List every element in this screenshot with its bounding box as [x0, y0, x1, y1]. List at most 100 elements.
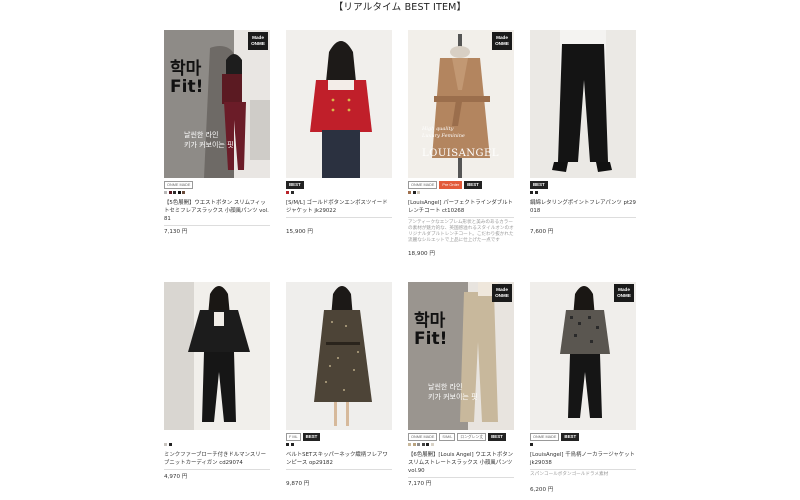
tag-row: ONME MADE Pre Order BEST [408, 181, 514, 189]
product-card[interactable]: Made ONME 학마 Fit! 날씬한 라인 키가 커보이는 핏 ONME MADE… [164, 30, 270, 226]
product-grid: Made ONME 학마 Fit! 날씬한 라인 키가 커보이는 핏 ONME MADE… [0, 0, 800, 500]
product-price: 18,900 円 [408, 251, 435, 257]
color-swatches [530, 443, 636, 448]
badge-line: ONME [251, 41, 265, 46]
best-badge: BEST [302, 433, 321, 441]
best-badge: BEST [464, 181, 482, 189]
product-name[interactable]: ミンクファーブローチ付きドルマンスリーブニットカーディガン cd29074 [164, 451, 270, 467]
product-tag: ONME MADE [408, 181, 438, 189]
product-tag: ONME MADE [530, 433, 560, 441]
product-tag: F ML [286, 433, 301, 441]
product-card[interactable]: Made ONME High quality Luxury Feminine LOUI… [408, 30, 514, 244]
product-price: 4,970 円 [164, 474, 188, 480]
product-image[interactable] [530, 30, 636, 178]
made-badge: Made ONME [492, 284, 512, 302]
tag-row: BEST [530, 181, 636, 189]
product-tag: ONME MADE [164, 181, 194, 189]
product-image[interactable]: Made ONME 학마 Fit! 날씬한 라인 키가 커보이는 핏 [408, 282, 514, 430]
product-description: スパンコールボタンゴールドラメ素材 [530, 472, 609, 477]
color-swatch [164, 191, 167, 194]
brand-logo-text: LOUISANGEL [422, 148, 499, 159]
product-card[interactable]: F ML BEST ベルトSETスキッパーネック織柄フレアワンピース op29182 [286, 282, 392, 470]
made-badge: Made ONME [248, 32, 268, 50]
color-swatches [408, 191, 514, 196]
product-card[interactable]: BEST 絹綿レタリングポイントフレアパンツ pt29018 [530, 30, 636, 218]
color-swatches [286, 191, 392, 196]
product-name[interactable]: [S/M/L] ゴールドボタンエンボスツイードジャケット jk29022 [286, 199, 392, 215]
color-swatch [412, 443, 416, 446]
promo-subtext: 날씬한 라인 키가 커보이는 핏 [428, 383, 478, 401]
product-card[interactable]: Made ONME ONME MADE BEST [LouisAngel] 千鳥柄ノーカ… [530, 282, 636, 478]
color-swatch [290, 191, 294, 194]
color-swatch [421, 443, 425, 446]
color-swatches [530, 191, 636, 196]
badge-line: ONME [617, 293, 631, 298]
color-swatches [164, 443, 270, 448]
product-tag: ロングレン丈 [457, 433, 487, 441]
product-price: 6,200 円 [530, 487, 554, 493]
product-image[interactable]: Made ONME 학마 Fit! 날씬한 라인 키가 커보이는 핏 [164, 30, 270, 178]
product-price: 7,170 円 [408, 481, 432, 487]
divider [530, 217, 636, 218]
product-name[interactable]: 【5色展開】ウエストボタン スリムフィットセミフレアスラックス 小顔風パンツ v… [164, 199, 270, 223]
product-card[interactable]: ミンクファーブローチ付きドルマンスリーブニットカーディガン cd29074 [164, 282, 270, 470]
color-swatch [530, 443, 533, 446]
best-badge: BEST [286, 181, 304, 189]
color-swatch [177, 191, 181, 194]
divider [408, 477, 514, 478]
product-name[interactable]: [LouisAngel] パーフェクトラインダブルトレンチコート ct10268 [408, 199, 514, 215]
tag-row: ONME MADE S/M/L ロングレン丈 BEST [408, 433, 514, 441]
color-swatches [408, 443, 514, 448]
divider [164, 225, 270, 226]
color-swatch [534, 191, 538, 194]
product-card[interactable]: Made ONME 학마 Fit! 날씬한 라인 키가 커보이는 핏 ONME MADE… [408, 282, 514, 478]
promo-subtext: 날씬한 라인 키가 커보이는 핏 [184, 131, 234, 149]
promo-headline: 학마 Fit! [414, 311, 448, 349]
best-badge: BEST [530, 181, 548, 189]
product-name[interactable]: 【6色展開】[Louis Angel] ウエストボタンスリムストレートスラックス… [408, 451, 514, 475]
product-image[interactable] [164, 282, 270, 430]
product-image[interactable]: Made ONME High quality Luxury Feminine LOUI… [408, 30, 514, 178]
made-badge: Made ONME [492, 32, 512, 50]
badge-line: ONME [495, 293, 509, 298]
product-price: 7,130 円 [164, 229, 188, 235]
product-card[interactable]: BEST [S/M/L] ゴールドボタンエンボスツイードジャケット jk29022 [286, 30, 392, 218]
best-badge: BEST [561, 433, 580, 441]
color-swatch [430, 443, 434, 446]
product-price: 15,900 円 [286, 229, 313, 235]
color-swatch [412, 191, 416, 194]
color-swatch [173, 191, 176, 194]
divider [286, 217, 392, 218]
product-name[interactable]: [LouisAngel] 千鳥柄ノーカラージャケット jk29038 [530, 451, 636, 467]
divider [408, 217, 514, 218]
tag-row: ONME MADE [164, 181, 270, 189]
color-swatch [286, 443, 289, 446]
made-badge: Made ONME [614, 284, 634, 302]
divider [286, 469, 392, 470]
color-swatch [530, 191, 533, 194]
divider [164, 469, 270, 470]
color-swatch [168, 191, 172, 194]
product-tag: Pre Order [439, 181, 463, 189]
badge-line: ONME [495, 41, 509, 46]
divider [530, 469, 636, 470]
product-name[interactable]: ベルトSETスキッパーネック織柄フレアワンピース op29182 [286, 451, 392, 467]
color-swatch [408, 443, 411, 446]
color-swatch [168, 443, 172, 446]
tag-row: F ML BEST [286, 433, 392, 441]
tag-row: BEST [286, 181, 392, 189]
tag-row: ONME MADE BEST [530, 433, 636, 441]
color-swatch [417, 191, 420, 194]
product-name[interactable]: 絹綿レタリングポイントフレアパンツ pt29018 [530, 199, 636, 215]
product-image[interactable] [286, 30, 392, 178]
product-image[interactable] [286, 282, 392, 430]
color-swatch [290, 443, 294, 446]
product-description: アンティークなエンブレム形状と美みのあるカラーの素材が魅力的な、英国感溢れるスタ… [408, 220, 514, 243]
product-image[interactable]: Made ONME [530, 282, 636, 430]
product-price: 9,870 円 [286, 481, 310, 487]
color-swatch [286, 191, 289, 194]
color-swatch [164, 443, 167, 446]
color-swatch [408, 191, 411, 194]
color-swatches [286, 443, 392, 448]
color-swatch [182, 191, 185, 194]
